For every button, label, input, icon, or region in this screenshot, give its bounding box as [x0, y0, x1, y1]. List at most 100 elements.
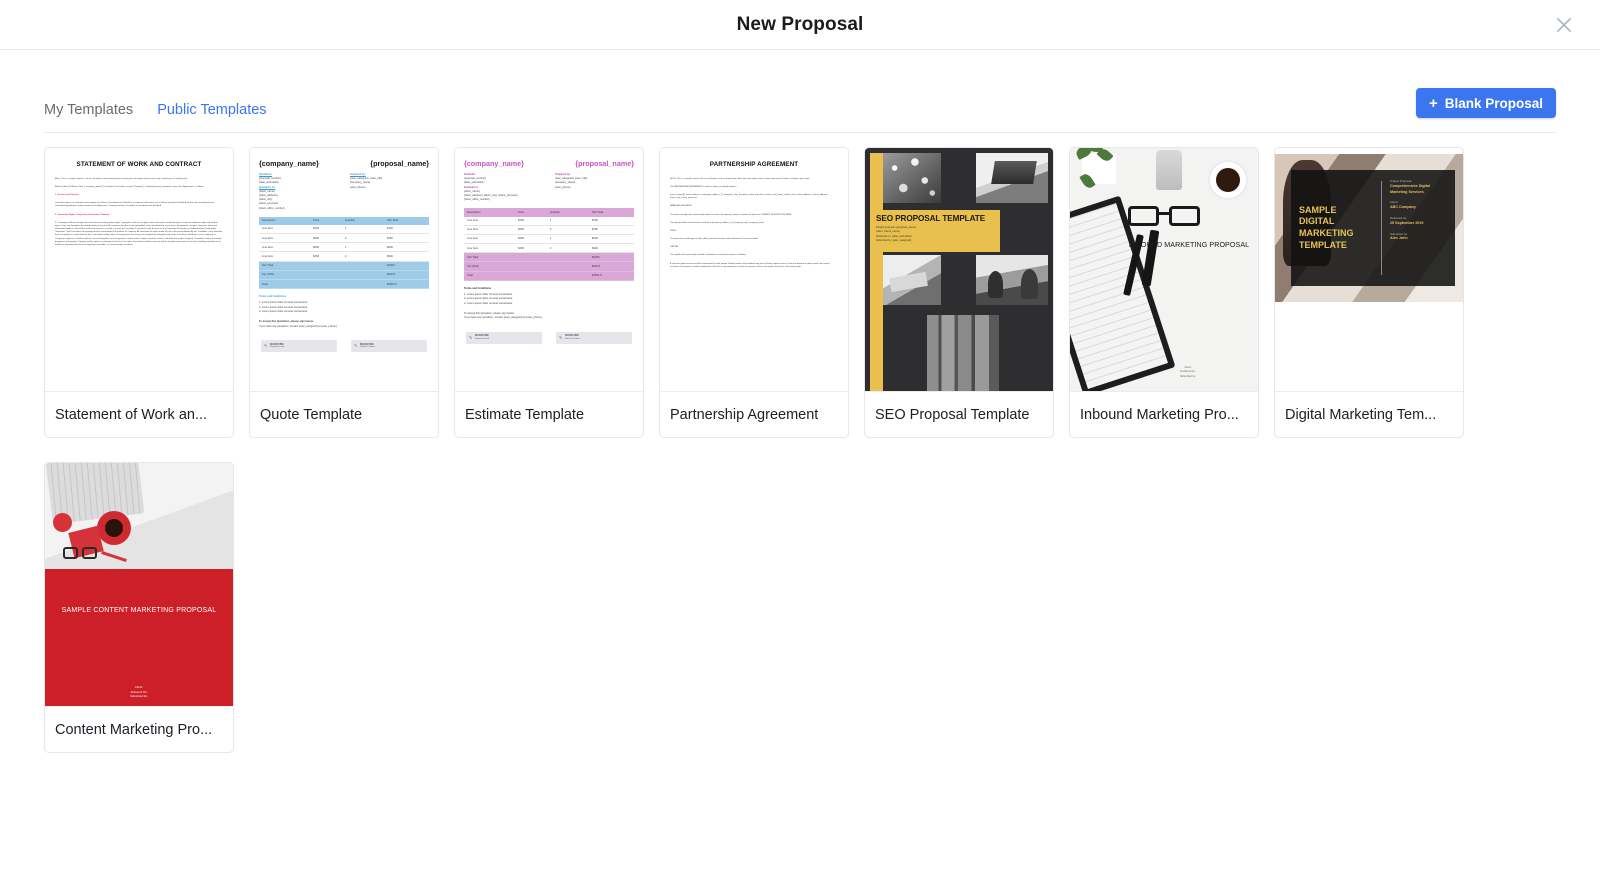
table-row: Line Item $200 1 $200	[464, 234, 634, 245]
signature-block[interactable]: ✎ SIGNATURE Default Contact	[351, 340, 427, 353]
plus-icon: +	[1428, 94, 1438, 112]
col-subtotal: Sub Total	[383, 216, 429, 225]
table-row: Line Item $100 1 $100	[259, 224, 429, 235]
inbound-bottle	[1156, 150, 1182, 190]
doc-preview-partnership: PARTNERSHIP AGREEMENT NOTE: This is a sa…	[660, 148, 848, 391]
quote-accept-line-1: To accept this Quotation, please sign be…	[259, 320, 314, 324]
inbound-pen	[1141, 229, 1160, 287]
table-row: Line Item $100 1 $100	[464, 216, 634, 226]
template-thumbnail: SAMPLE CONTENT MARKETING PROPOSAL Client…	[45, 463, 233, 706]
template-card-title: Content Marketing Pro...	[55, 721, 213, 738]
estimate-line-items-table: Description Price Quantity Sub Total Lin…	[464, 208, 634, 281]
table-row: Line Item $250 3 $750	[464, 225, 634, 235]
table-row-subtotal: Sub Total $1350	[464, 252, 634, 263]
template-thumbnail: {company_name} {proposal_name} Estimate:…	[455, 148, 643, 391]
seo-meta-submitted: Submitted by: {user_assigned}	[876, 238, 912, 242]
digital-value-delivered: 25 September 2019	[1390, 220, 1424, 225]
partnership-office: The principal office of the business sha…	[670, 221, 764, 224]
signature-sub: Default Contact	[359, 346, 375, 349]
template-card-quote[interactable]: {company_name} {proposal_name} Quotation…	[249, 147, 439, 438]
quote-terms: Terms and Conditions 1. Lorem ipsum dolo…	[259, 295, 429, 314]
doc-preview-inbound: INBOUND MARKETING PROPOSAL Client: Deliv…	[1070, 148, 1258, 391]
template-card-title: Statement of Work an...	[55, 406, 208, 423]
content-title: SAMPLE CONTENT MARKETING PROPOSAL	[61, 607, 217, 614]
digital-fields: Project Proposal: Comprehensive Digital …	[1390, 179, 1447, 277]
inbound-plant	[1074, 148, 1116, 191]
template-card-footer: Estimate Template	[455, 391, 643, 437]
close-icon[interactable]	[1550, 11, 1578, 39]
tab-public-templates[interactable]: Public Templates	[157, 102, 266, 118]
digital-divider	[1381, 181, 1382, 275]
template-thumbnail: PARTNERSHIP AGREEMENT NOTE: This is a sa…	[660, 148, 848, 391]
quote-terms-title: Terms and Conditions	[259, 295, 287, 299]
templates-grid-wrap: STATEMENT OF WORK AND CONTRACT [Note: Th…	[0, 133, 1600, 753]
doc-preview-digital: SAMPLE DIGITAL MARKETING TEMPLATE Projec…	[1275, 148, 1463, 391]
template-card-estimate[interactable]: {company_name} {proposal_name} Estimate:…	[454, 147, 644, 438]
digital-value-submitted: Alex John	[1390, 236, 1408, 241]
table-row-total: Total $1552.5	[259, 279, 429, 290]
digital-value-client: ABC Company	[1390, 205, 1416, 210]
table-row-tax: Tax (15%) $202.5	[259, 270, 429, 281]
partnership-capital-body: The capital of the partnership shall be …	[670, 254, 747, 257]
content-glasses	[63, 547, 97, 560]
estimate-signature-row: ✎ SIGNATURE Proposal Lead ✎ SIGNATURE Defa…	[464, 331, 634, 344]
template-card-seo-proposal[interactable]: SEO PROPOSAL TEMPLATE Project proposal: …	[864, 147, 1054, 438]
estimate-proposal-name: {proposal_name}	[575, 159, 634, 168]
estimate-accept-line-2: If you have any questions, contact {user…	[464, 316, 543, 320]
doc-preview-content: SAMPLE CONTENT MARKETING PROPOSAL Client…	[45, 463, 233, 706]
col-quantity: Quantity	[341, 216, 384, 225]
template-card-inbound-marketing[interactable]: INBOUND MARKETING PROPOSAL Client: Deliv…	[1069, 147, 1259, 438]
partnership-section-capital: CAPITAL	[670, 246, 679, 249]
quote-term-3: 3. Lorem ipsum dolor sit amet consectetu…	[259, 309, 308, 313]
content-photo	[45, 463, 233, 569]
seo-accent-strip	[870, 153, 883, 391]
blank-proposal-button[interactable]: + Blank Proposal	[1415, 88, 1556, 118]
content-meta: Client: Delivered On: Submitted By:	[45, 686, 233, 700]
template-card-content-marketing[interactable]: SAMPLE CONTENT MARKETING PROPOSAL Client…	[44, 462, 234, 753]
template-card-footer: Statement of Work an...	[45, 391, 233, 437]
template-thumbnail: SAMPLE DIGITAL MARKETING TEMPLATE Projec…	[1275, 148, 1463, 391]
template-card-title: Estimate Template	[465, 406, 585, 423]
estimate-terms-title: Terms and Conditions	[464, 286, 492, 290]
inbound-coffee-cup	[1208, 160, 1248, 200]
table-row: Line Item $150 2 $300	[259, 251, 429, 262]
table-header-row: Description Price Quantity Sub Total	[259, 216, 429, 225]
digital-overlay: SAMPLE DIGITAL MARKETING TEMPLATE Projec…	[1291, 170, 1455, 286]
col-price: Price	[310, 216, 342, 225]
templates-toolbar: My Templates Public Templates + Blank Pr…	[44, 50, 1556, 132]
partnership-section-name: NAME AND BUSINESS	[670, 205, 692, 208]
template-card-title: Partnership Agreement	[670, 406, 819, 423]
template-card-footer: Digital Marketing Tem...	[1275, 391, 1463, 437]
signature-block[interactable]: ✎ SIGNATURE Proposal Lead	[466, 331, 542, 344]
partnership-name-body: The parties hereby form a partnership un…	[670, 213, 792, 216]
table-row: Line Item $250 3 $750	[259, 233, 429, 244]
seo-meta: Project proposal: {proposal_name} Client…	[876, 226, 994, 243]
template-thumbnail: STATEMENT OF WORK AND CONTRACT [Note: Th…	[45, 148, 233, 391]
sow-note: [Note: This is a sample contract - we ar…	[55, 177, 188, 180]
estimate-term-3: 3. Lorem ipsum dolor sit amet consectetu…	[464, 301, 513, 305]
sow-section-services: 1. Services and Payment	[55, 194, 80, 197]
seo-photo-bokeh	[883, 153, 941, 203]
pen-icon: ✎	[354, 343, 358, 349]
signature-sub: Proposal Lead	[269, 346, 284, 349]
seo-photo-meeting	[976, 255, 1048, 305]
tab-my-templates[interactable]: My Templates	[44, 102, 133, 118]
partnership-note: NOTE: This is a sample contract. We are …	[670, 177, 810, 180]
signature-block[interactable]: ✎ SIGNATURE Proposal Lead	[261, 340, 337, 353]
template-card-statement-of-work[interactable]: STATEMENT OF WORK AND CONTRACT [Note: Th…	[44, 147, 234, 438]
modal-header: New Proposal	[0, 0, 1600, 50]
seo-photo-desk	[883, 255, 941, 305]
partnership-parties: {user_assigned}, whose address is {compa…	[670, 194, 829, 200]
doc-preview-estimate: {company_name} {proposal_name} Estimate:…	[455, 148, 643, 391]
quote-signature-row: ✎ SIGNATURE Proposal Lead ✎ SIGNATURE Defa…	[259, 340, 429, 353]
signature-block[interactable]: ✎ SIGNATURE Default Contact	[556, 331, 632, 344]
template-card-partnership-agreement[interactable]: PARTNERSHIP AGREEMENT NOTE: This is a sa…	[659, 147, 849, 438]
quote-line-items-table: Description Price Quantity Sub Total Lin…	[259, 216, 429, 290]
digital-title: SAMPLE DIGITAL MARKETING TEMPLATE	[1299, 204, 1354, 250]
quote-accept-line-2: If you have any questions, contact {user…	[259, 324, 338, 328]
template-card-title: Digital Marketing Tem...	[1285, 406, 1437, 423]
template-card-digital-marketing[interactable]: SAMPLE DIGITAL MARKETING TEMPLATE Projec…	[1274, 147, 1464, 438]
doc-preview-sow: STATEMENT OF WORK AND CONTRACT [Note: Th…	[45, 148, 233, 391]
doc-preview-seo: SEO PROPOSAL TEMPLATE Project proposal: …	[865, 148, 1053, 391]
partnership-section-term: TERM	[670, 229, 676, 232]
